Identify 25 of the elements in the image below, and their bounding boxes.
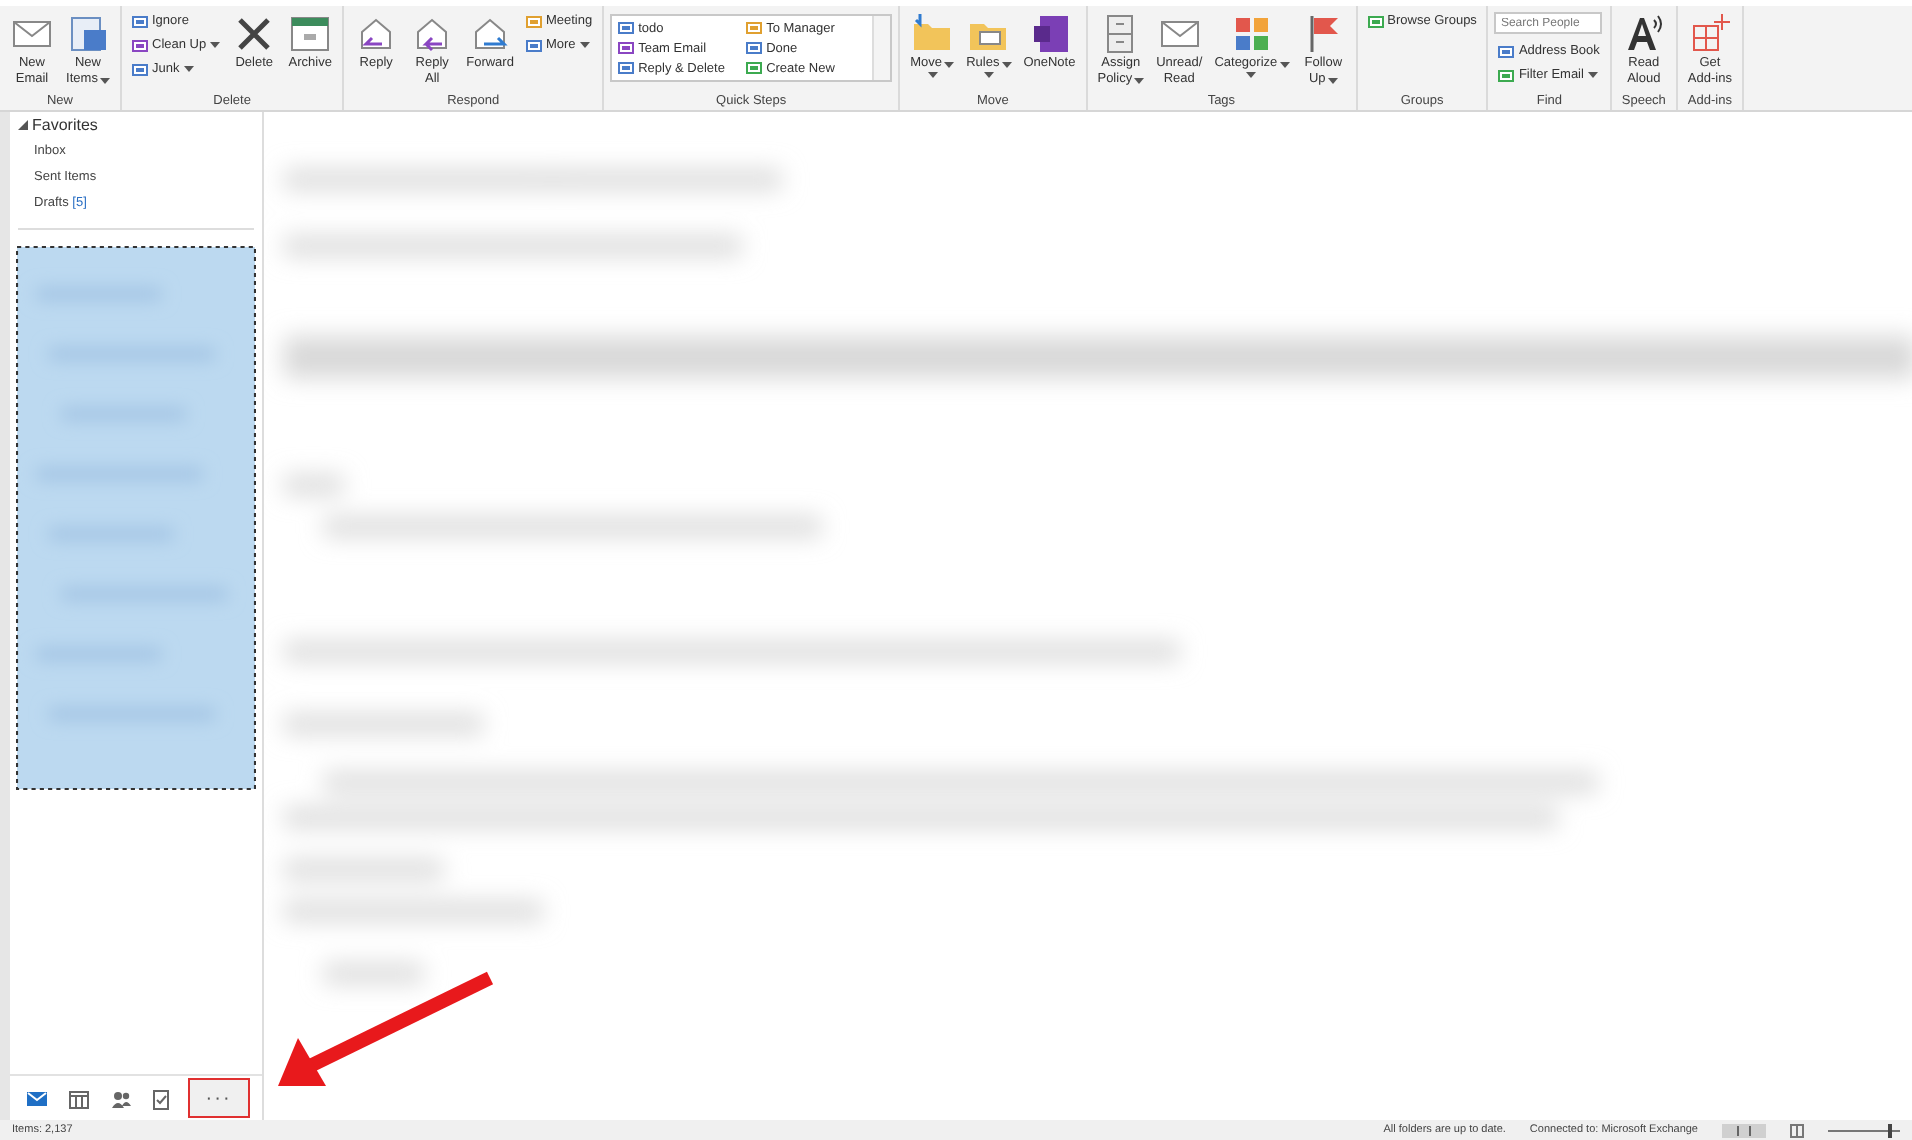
- mail-icon: [26, 1087, 49, 1109]
- add-ins-icon: [1687, 12, 1732, 56]
- caret-icon: [1134, 77, 1145, 83]
- gallery-scrollbar[interactable]: [872, 16, 891, 80]
- caret-icon: [183, 66, 194, 72]
- caret-icon: [1279, 61, 1290, 67]
- favorites-header[interactable]: Favorites: [10, 112, 262, 138]
- zoom-thumb[interactable]: [1887, 1123, 1892, 1137]
- caret-icon: [1587, 72, 1598, 78]
- calendar-icon: [67, 1087, 90, 1109]
- small-icon: [1367, 13, 1384, 29]
- people-icon: [109, 1087, 132, 1109]
- normal-view-icon[interactable]: [1722, 1123, 1766, 1137]
- reading-view-icon[interactable]: [1790, 1123, 1804, 1137]
- documents-icon: [66, 12, 110, 56]
- tasks-icon: [150, 1087, 173, 1109]
- folder-icon: [910, 12, 955, 56]
- caret-icon: [1327, 77, 1338, 83]
- caret-icon: [1246, 72, 1257, 78]
- caret-icon: [210, 42, 221, 48]
- expand-icon: [18, 120, 28, 130]
- more-button[interactable]: ···: [187, 1078, 250, 1118]
- archive-icon: [288, 12, 333, 56]
- caret-icon: [579, 42, 590, 48]
- caret-icon: [99, 77, 110, 83]
